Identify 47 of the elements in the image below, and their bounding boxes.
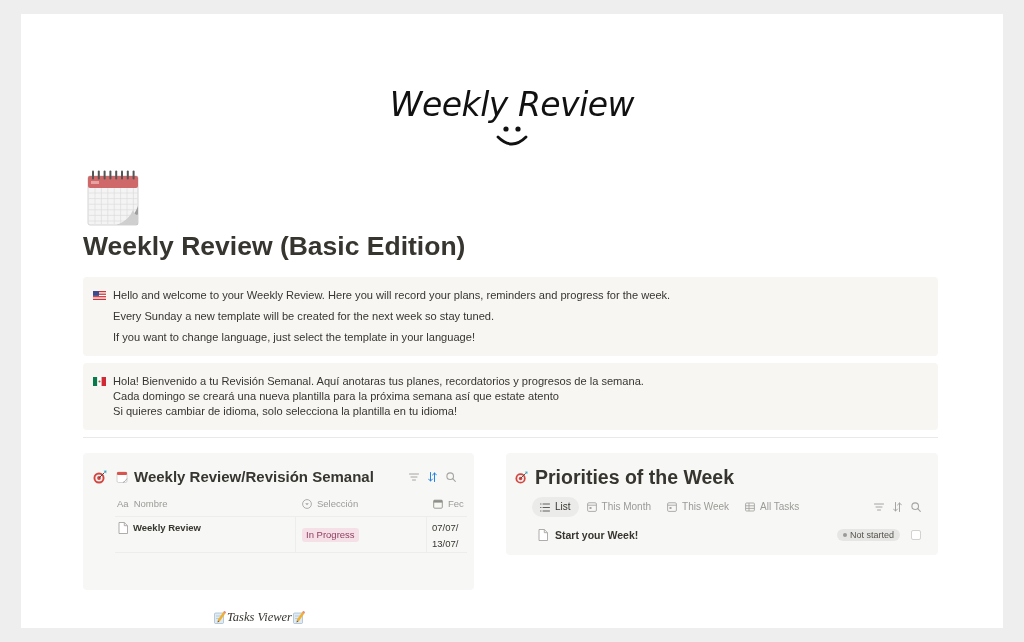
- calendar-icon: [87, 170, 139, 226]
- callout-text: Hola! Bienvenido a tu Revisión Semanal. Aquí anotaras tus planes, recordatorios y progresos de la semana. Cada domingo se creará una nueva plantilla para la próxima semana así que estate atento Si quieres cambiar de idioma, solo selecciona la plantilla en tu idioma!: [113, 374, 644, 419]
- target-icon: [515, 470, 528, 484]
- calendar-view-icon: [586, 502, 597, 512]
- status-tag: In Progress: [302, 528, 359, 542]
- view-tab[interactable]: List: [532, 497, 579, 517]
- callout-text: Every Sunday a new template will be created for the next week so stay tuned.: [113, 309, 495, 324]
- filter-icon[interactable]: [409, 473, 419, 481]
- select-type-icon: [302, 498, 312, 509]
- document-icon: [538, 529, 548, 541]
- smiley-icon: [495, 126, 529, 148]
- sort-icon[interactable]: [428, 472, 437, 482]
- flag-icon: [93, 377, 106, 386]
- row-title[interactable]: Weekly Review: [133, 520, 201, 536]
- document-icon: [118, 522, 128, 534]
- sort-icon[interactable]: [893, 502, 902, 512]
- calendar-view-icon: [667, 502, 678, 512]
- date-text: 07/07/ 13/07/: [432, 521, 459, 551]
- column-header[interactable]: Fec: [448, 497, 464, 510]
- column-header[interactable]: Nombre: [133, 497, 168, 510]
- calendar-icon: [116, 471, 128, 483]
- list-view-icon: [540, 502, 550, 512]
- section-heading: Tasks Viewer: [227, 609, 292, 625]
- memo-icon: [292, 610, 305, 624]
- callout-text: Hello and welcome to your Weekly Review. Here you will record your plans, reminders and progress for the week.: [113, 288, 671, 303]
- checkbox[interactable]: [911, 530, 921, 540]
- column-header[interactable]: Selección: [317, 497, 359, 510]
- target-icon: [93, 470, 107, 484]
- search-icon[interactable]: [911, 502, 921, 512]
- view-tab[interactable]: All Tasks: [737, 497, 808, 517]
- view-tab[interactable]: This Week: [659, 497, 738, 517]
- status-dot-icon: [842, 533, 847, 537]
- memo-icon: [214, 610, 226, 624]
- database-title: Weekly Review/Revisión Semanal: [134, 467, 374, 487]
- status-text: Not started: [849, 529, 894, 541]
- database-title: Priorities of the Week: [535, 465, 735, 490]
- search-icon[interactable]: [446, 472, 456, 482]
- table-view-icon: [745, 502, 756, 512]
- callout-text: If you want to change language, just select the template in your language!: [113, 330, 476, 345]
- item-title[interactable]: Start your Week!: [555, 528, 639, 542]
- view-tab[interactable]: This Month: [578, 497, 660, 517]
- flag-icon: [93, 291, 106, 300]
- filter-icon[interactable]: [874, 503, 884, 511]
- text-type-icon: Aa: [117, 497, 129, 510]
- cover-title: Weekly Review: [389, 85, 635, 125]
- page-title: Weekly Review (Basic Edition): [83, 231, 466, 261]
- calendar-icon: [433, 498, 443, 509]
